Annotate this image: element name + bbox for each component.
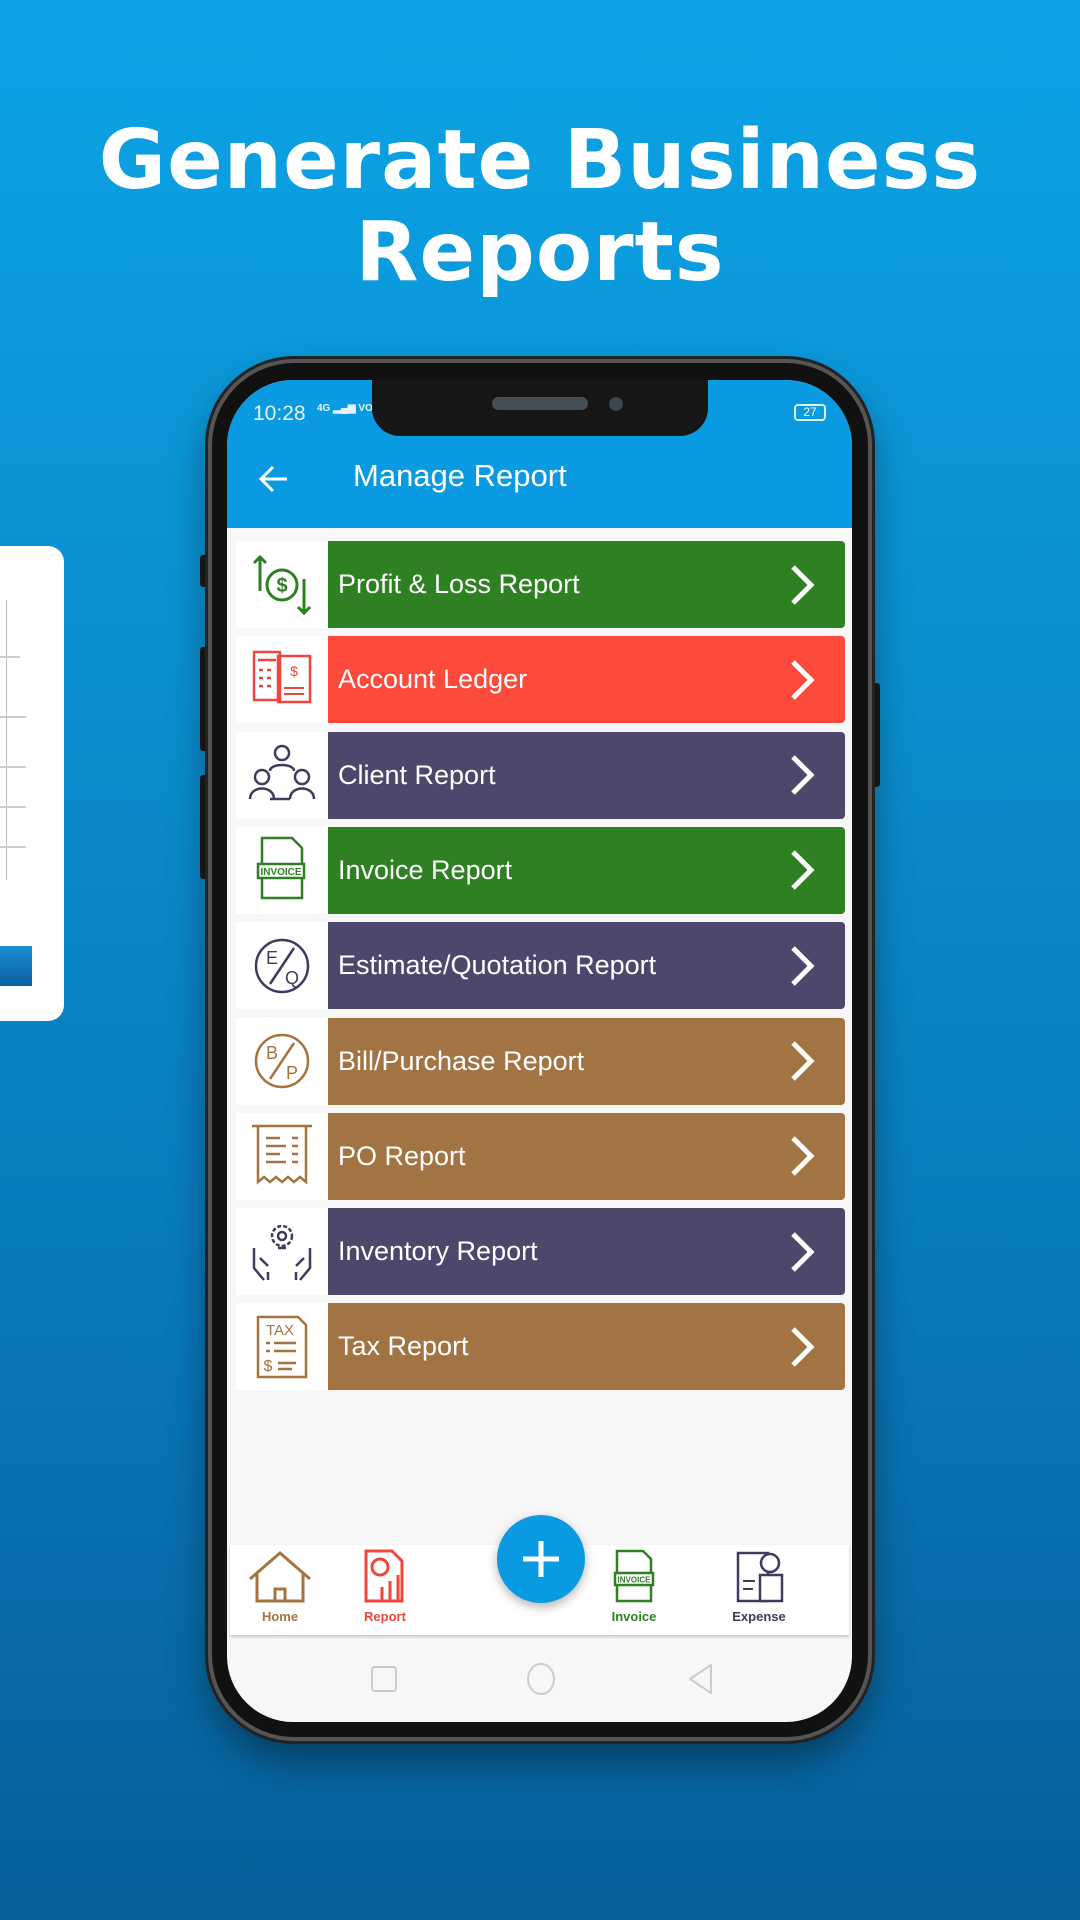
page-title: Manage Report bbox=[353, 458, 567, 493]
report-label: Inventory Report bbox=[338, 1236, 538, 1267]
side-preview-card bbox=[0, 546, 64, 1021]
report-row[interactable]: Client Report bbox=[236, 731, 845, 819]
report-row-bar[interactable]: Profit & Loss Report bbox=[328, 541, 845, 628]
chevron-right-icon bbox=[791, 1231, 815, 1272]
report-row[interactable]: TAX $ Tax Report bbox=[236, 1303, 845, 1391]
inventory-icon bbox=[236, 1208, 328, 1296]
app-bar: 10:28 4G ▂▄▆ VO LTE 27 Manage Report bbox=[227, 380, 852, 528]
chevron-right-icon bbox=[791, 564, 815, 605]
report-row-bar[interactable]: Client Report bbox=[328, 731, 845, 819]
report-row[interactable]: INVOICE Invoice Report bbox=[236, 826, 845, 914]
headline: Generate Business Reports bbox=[0, 115, 1080, 299]
svg-text:Q: Q bbox=[285, 968, 299, 988]
headline-line2: Reports bbox=[355, 205, 725, 300]
svg-text:E: E bbox=[266, 948, 278, 968]
nav-home[interactable]: Home bbox=[235, 1549, 325, 1624]
back-system-button[interactable] bbox=[687, 1663, 715, 1695]
notch bbox=[372, 380, 708, 436]
svg-text:INVOICE: INVOICE bbox=[260, 867, 301, 878]
receipt-icon bbox=[236, 1112, 328, 1200]
report-row-bar[interactable]: Account Ledger bbox=[328, 636, 845, 724]
tax-icon: TAX $ bbox=[236, 1303, 328, 1391]
nav-report[interactable]: Report bbox=[340, 1549, 430, 1624]
chevron-right-icon bbox=[791, 850, 815, 891]
clients-icon bbox=[236, 731, 328, 819]
report-label: Estimate/Quotation Report bbox=[338, 950, 657, 981]
invoice-icon: INVOICE bbox=[613, 1549, 655, 1603]
report-label: Invoice Report bbox=[338, 854, 513, 885]
nav-expense[interactable]: Expense bbox=[714, 1549, 804, 1624]
svg-text:P: P bbox=[286, 1063, 298, 1083]
bill-purchase-icon: BP bbox=[236, 1017, 328, 1105]
report-label: Account Ledger bbox=[338, 664, 528, 695]
invoice-icon: INVOICE bbox=[236, 826, 328, 914]
report-row-bar[interactable]: PO Report bbox=[328, 1112, 845, 1200]
report-icon bbox=[364, 1549, 404, 1603]
report-row[interactable]: $ Account Ledger bbox=[236, 636, 845, 724]
report-label: Client Report bbox=[338, 759, 496, 790]
plus-icon bbox=[523, 1541, 559, 1577]
report-row[interactable]: EQ Estimate/Quotation Report bbox=[236, 922, 845, 1010]
report-row[interactable]: PO Report bbox=[236, 1112, 845, 1200]
chevron-right-icon bbox=[791, 945, 815, 986]
chevron-right-icon bbox=[791, 1136, 815, 1177]
report-row[interactable]: $ Profit & Loss Report bbox=[236, 541, 845, 628]
svg-text:INVOICE: INVOICE bbox=[618, 1576, 652, 1585]
chevron-right-icon bbox=[791, 1041, 815, 1081]
estimate-quotation-icon: EQ bbox=[236, 922, 328, 1010]
chevron-right-icon bbox=[791, 755, 815, 795]
report-row-bar[interactable]: Inventory Report bbox=[328, 1208, 845, 1296]
report-row-bar[interactable]: Tax Report bbox=[328, 1303, 845, 1391]
chevron-right-icon bbox=[791, 1327, 815, 1367]
report-label: Bill/Purchase Report bbox=[338, 1045, 585, 1076]
svg-text:TAX: TAX bbox=[266, 1322, 294, 1339]
nav-invoice[interactable]: INVOICE Invoice bbox=[589, 1549, 679, 1624]
report-label: Tax Report bbox=[338, 1331, 469, 1362]
chevron-right-icon bbox=[791, 660, 815, 700]
report-label: Profit & Loss Report bbox=[338, 569, 580, 599]
report-row[interactable]: Inventory Report bbox=[236, 1208, 845, 1296]
home-system-button[interactable] bbox=[525, 1662, 557, 1696]
ledger-icon: $ bbox=[236, 636, 328, 724]
svg-text:$: $ bbox=[264, 1358, 273, 1375]
home-icon bbox=[249, 1551, 311, 1603]
phone-screen: 10:28 4G ▂▄▆ VO LTE 27 Manage Report $ P… bbox=[227, 380, 852, 1722]
report-row-bar[interactable]: Estimate/Quotation Report bbox=[328, 922, 845, 1010]
recents-button[interactable] bbox=[370, 1665, 398, 1693]
svg-text:B: B bbox=[266, 1043, 278, 1063]
arrow-left-icon[interactable] bbox=[257, 462, 291, 496]
battery-icon: 27 bbox=[794, 404, 826, 421]
report-row[interactable]: BP Bill/Purchase Report bbox=[236, 1017, 845, 1105]
expense-calculator-icon bbox=[736, 1551, 784, 1603]
report-row-bar[interactable]: Invoice Report bbox=[328, 826, 845, 914]
report-row-bar[interactable]: Bill/Purchase Report bbox=[328, 1017, 845, 1105]
profit-loss-icon: $ bbox=[236, 541, 328, 628]
svg-text:$: $ bbox=[276, 575, 287, 597]
report-label: PO Report bbox=[338, 1140, 466, 1171]
add-fab-button[interactable] bbox=[497, 1515, 585, 1603]
headline-line1: Generate Business bbox=[98, 113, 982, 208]
svg-text:$: $ bbox=[290, 663, 298, 679]
status-time: 10:28 bbox=[253, 402, 306, 425]
